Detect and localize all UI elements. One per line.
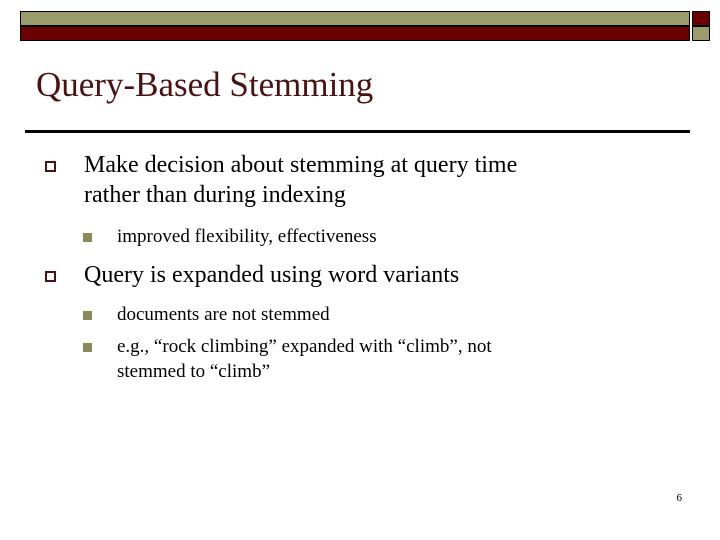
slide-body: Make decision about stemming at query ti… <box>0 150 720 384</box>
slide-title: Query-Based Stemming <box>36 65 374 104</box>
bullet-level2: e.g., “rock climbing” expanded with “cli… <box>0 334 720 384</box>
header-decoration-row-top <box>20 11 710 26</box>
page-number: 6 <box>676 492 683 504</box>
filled-square-bullet-icon <box>83 343 92 352</box>
bullet-text-line: Make decision about stemming at query ti… <box>84 152 518 178</box>
header-bar-maroon <box>20 26 690 41</box>
bullet-text-line: e.g., “rock climbing” expanded with “cli… <box>117 336 492 357</box>
header-accent-square-olive <box>692 26 710 41</box>
hollow-square-bullet-icon <box>45 271 56 282</box>
bullet-text-line: improved flexibility, effectiveness <box>117 226 377 247</box>
header-decoration-row-bottom <box>20 26 710 41</box>
bullet-text-line: stemmed to “climb” <box>117 361 271 382</box>
bullet-level1: Make decision about stemming at query ti… <box>0 150 720 210</box>
bullet-text-line: documents are not stemmed <box>117 304 330 325</box>
bullet-level2: improved flexibility, effectiveness <box>0 224 720 249</box>
header-accent-square-maroon <box>692 11 710 26</box>
title-divider-rule <box>25 130 690 133</box>
header-bar-olive <box>20 11 690 26</box>
filled-square-bullet-icon <box>83 311 92 320</box>
bullet-level1: Query is expanded using word variants <box>0 260 720 290</box>
filled-square-bullet-icon <box>83 233 92 242</box>
bullet-text-line: Query is expanded using word variants <box>84 262 460 288</box>
slide-header-decoration <box>20 11 710 41</box>
bullet-level2: documents are not stemmed <box>0 302 720 327</box>
hollow-square-bullet-icon <box>45 161 56 172</box>
bullet-text-line: rather than during indexing <box>84 182 346 208</box>
